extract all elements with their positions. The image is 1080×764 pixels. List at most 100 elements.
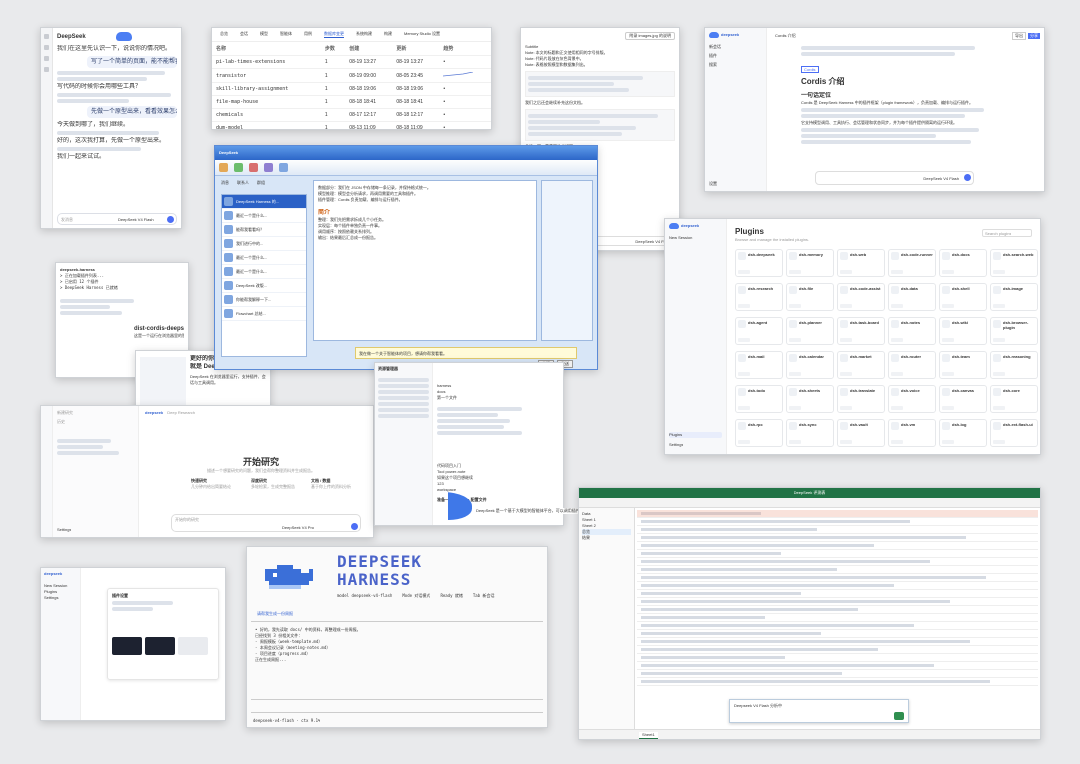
share-button[interactable]: 分享 [1028,33,1040,39]
table-row[interactable]: file-map-house 1 08-18 18:41 08-18 18:41 • [212,95,491,109]
sheet-row[interactable] [637,558,1038,566]
sheet-row[interactable] [637,526,1038,534]
plugin-install-tag[interactable] [993,440,1005,444]
sidebar-item-settings[interactable]: Settings [669,442,683,448]
table-row[interactable]: dum-model 1 08-13 11:09 08-18 11:09 • [212,121,491,129]
plugin-card[interactable]: dsh-web [837,249,885,277]
research-card[interactable]: 文档 / 数据 基于你上传的资料分析 [311,478,361,490]
sheet-row[interactable] [637,630,1038,638]
plugin-install-tag[interactable] [891,270,903,274]
plugin-card[interactable]: dsh-code-runner [888,249,936,277]
sheet-row[interactable] [637,678,1038,686]
plugin-install-tag[interactable] [738,304,750,308]
contact-item[interactable]: Flowchart 总结... [222,307,306,321]
theme-option[interactable] [112,637,142,655]
sheet-row[interactable] [637,550,1038,558]
plugin-install-tag[interactable] [942,406,954,410]
plugin-install-tag[interactable] [738,372,750,376]
plugin-install-tag[interactable] [840,270,852,274]
sheet-row[interactable] [637,566,1038,574]
contact-item[interactable]: 最近一个是什么... [222,251,306,265]
plugin-install-tag[interactable] [891,440,903,444]
tab-models[interactable]: 模型 [260,31,268,38]
sheet-row[interactable] [637,622,1038,630]
plugin-install-tag[interactable] [891,338,903,342]
plugin-card[interactable]: dsh-vault [837,419,885,447]
sheet-row[interactable] [637,662,1038,670]
plugin-install-tag[interactable] [942,270,954,274]
plugin-card[interactable]: dsh-router [888,351,936,379]
plugin-card[interactable]: dsh-sync [786,419,834,447]
plugin-install-tag[interactable] [738,440,750,444]
plugin-install-tag[interactable] [840,406,852,410]
toolbar-icon[interactable] [219,163,228,172]
plugin-install-tag[interactable] [891,372,903,376]
plugin-card[interactable]: dsh-voice [888,385,936,413]
analysis-dialog[interactable]: Deepseek V4 Flash 分析中 [729,699,909,723]
model-selector[interactable]: DeepSeek V4 Flash [118,217,154,223]
plugin-card[interactable]: dsh-team [939,351,987,379]
sidebar-item-search[interactable]: 搜索 [709,62,762,68]
tab-overview[interactable]: 总览 [220,31,228,38]
plugin-card[interactable]: dsh-mail [735,351,783,379]
plugin-card[interactable]: dsh-data [888,283,936,311]
plugin-card[interactable]: dsh-rpc [735,419,783,447]
plugin-card[interactable]: dsh-notes [888,317,936,345]
sidebar-item[interactable]: Settings [44,595,77,601]
sidebar-item[interactable]: 新建研究 [57,410,134,416]
plugin-card[interactable]: dsh-research [735,283,783,311]
plugin-card[interactable]: dsh-sheets [786,385,834,413]
plugin-card[interactable]: dsh-file [786,283,834,311]
plugin-install-tag[interactable] [789,372,801,376]
export-button[interactable]: 导出 [1012,32,1026,40]
plugin-install-tag[interactable] [942,440,954,444]
plugin-install-tag[interactable] [942,372,954,376]
sheet-row[interactable] [637,582,1038,590]
cordis-tab[interactable]: Cordis 介绍 [775,33,796,39]
plugin-card[interactable]: dsh-docs [939,249,987,277]
sheet-row[interactable] [637,534,1038,542]
plugin-card[interactable]: dsh-canvas [939,385,987,413]
table-row[interactable]: chemicals 1 08-17 12:17 08-18 12:17 • [212,108,491,122]
plugin-install-tag[interactable] [993,304,1005,308]
theme-option[interactable] [145,637,175,655]
sidebar-item-plugins[interactable]: 插件 [709,53,762,59]
tab-cases[interactable]: 用例 [304,31,312,38]
sidebar-item-new-session[interactable]: New Session [669,235,722,241]
contact-item[interactable]: 最近一个是什么... [222,265,306,279]
tab-db-changes[interactable]: 数据库变更 [324,31,344,38]
plugin-card[interactable]: dsh-reasoning [990,351,1038,379]
plugin-search-input[interactable]: Search plugins [982,229,1032,237]
plugin-card[interactable]: dsh-agent [735,317,783,345]
sheet-row[interactable] [637,590,1038,598]
plugin-card[interactable]: dsh-planner [786,317,834,345]
toolbar-icon[interactable] [249,163,258,172]
sheet-row[interactable] [637,670,1038,678]
plugin-card[interactable]: dsh-wiki [939,317,987,345]
plugin-install-tag[interactable] [789,338,801,342]
tab-sessions[interactable]: 会话 [240,31,248,38]
tab-agents[interactable]: 智能体 [280,31,292,38]
sheet-nav-item[interactable]: 结果 [582,535,631,541]
table-row[interactable]: transistor 1 08-19 09:00 08-05 23:45 [212,68,491,83]
plugin-card[interactable]: dsh-translate [837,385,885,413]
plugin-install-tag[interactable] [942,338,954,342]
sheet-row[interactable] [637,606,1038,614]
sheet-row[interactable] [637,654,1038,662]
contact-item[interactable]: DeepSeek 改版... [222,279,306,293]
plugin-card[interactable]: dsh-shell [939,283,987,311]
sheet-row[interactable] [637,598,1038,606]
send-button[interactable] [351,523,358,530]
chat-input[interactable]: 发消息 DeepSeek V4 Flash [57,213,177,225]
im-input[interactable]: 我在做一个关于智能体的项目，想请你帮我看看。 [355,347,577,359]
sidebar-item-new[interactable]: 新会话 [709,44,762,50]
toolbar-icon[interactable] [234,163,243,172]
tab-system-build[interactable]: 系统构建 [356,31,372,38]
contact-item[interactable]: 你能帮我解释一下... [222,293,306,307]
sidebar-item[interactable]: 历史 [57,419,134,425]
theme-option[interactable] [178,637,208,655]
model-selector[interactable]: DeepSeek V4 Pro [282,525,314,531]
contact-item[interactable]: 最近一个是什么... [222,209,306,223]
cordis-input[interactable]: DeepSeek V4 Flash [815,171,974,185]
contact-item[interactable]: 我们进行中的... [222,237,306,251]
